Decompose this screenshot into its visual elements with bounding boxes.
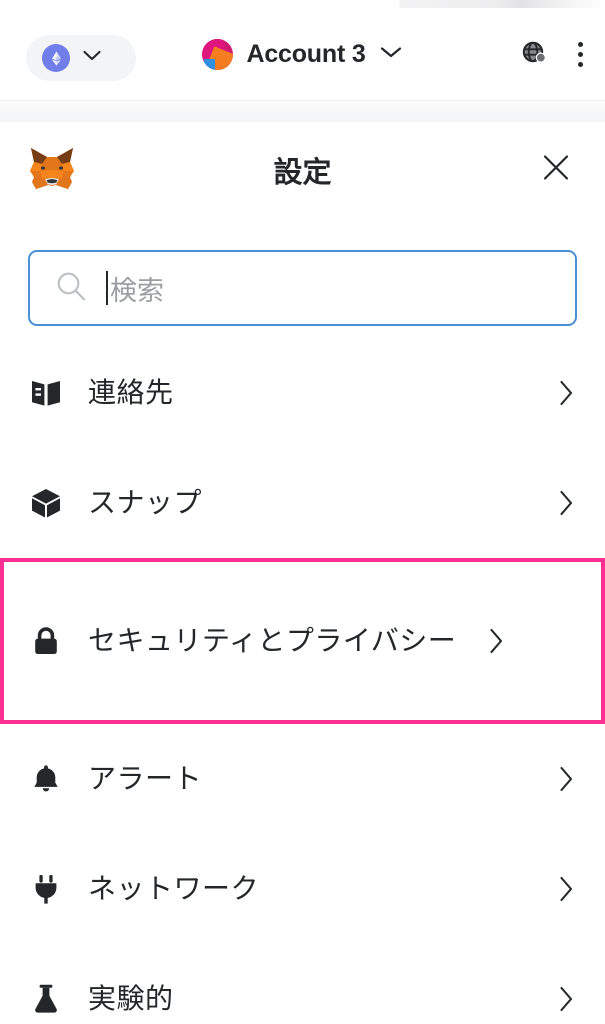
wallet-top-bar: Account 3 <box>0 8 605 100</box>
global-menu-icon[interactable] <box>577 41 583 67</box>
search-input[interactable]: 検索 <box>28 250 577 326</box>
settings-item-label: 実験的 <box>88 981 174 1015</box>
chevron-right-icon <box>558 764 575 794</box>
settings-header: 設定 <box>0 122 605 218</box>
book-icon <box>24 376 68 410</box>
settings-item-label: 連絡先 <box>88 375 174 409</box>
settings-item-security-privacy[interactable]: セキュリティとプライバシー <box>0 558 605 724</box>
chevron-right-icon <box>558 488 575 518</box>
browser-chrome-edge <box>0 0 605 8</box>
chevron-down-icon <box>379 45 403 64</box>
settings-item-label: セキュリティとプライバシー <box>88 623 457 657</box>
chevron-right-icon <box>558 378 575 408</box>
plug-icon <box>24 872 68 906</box>
lock-icon <box>24 624 68 658</box>
settings-item-label: ネットワーク <box>88 871 260 905</box>
search-icon <box>54 269 88 308</box>
page-title: 設定 <box>273 157 332 189</box>
text-caret <box>106 271 108 305</box>
settings-search: 検索 <box>28 250 577 326</box>
settings-item-contacts[interactable]: 連絡先 <box>0 338 605 448</box>
metamask-settings-popup: Account 3 設定 検索 連絡先 スナップ セキュリティとプライバシー ア… <box>0 0 605 1024</box>
settings-item-label: スナップ <box>88 485 203 519</box>
settings-item-alerts[interactable]: アラート <box>0 724 605 834</box>
metamask-fox-logo <box>28 146 76 196</box>
close-icon[interactable] <box>541 153 571 188</box>
settings-list: 連絡先 スナップ セキュリティとプライバシー アラート ネットワーク 実験的 <box>0 338 605 1024</box>
flask-icon <box>24 982 68 1016</box>
bell-icon <box>24 762 68 796</box>
wallet-bar-actions <box>521 8 583 100</box>
cube-icon <box>24 486 68 520</box>
chevron-right-icon <box>558 874 575 904</box>
account-menu-button[interactable]: Account 3 <box>202 38 403 70</box>
ethereum-icon <box>42 44 70 72</box>
chevron-right-icon <box>558 984 575 1014</box>
search-placeholder: 検索 <box>110 275 164 307</box>
settings-item-experimental[interactable]: 実験的 <box>0 944 605 1024</box>
connected-sites-icon[interactable] <box>521 40 549 68</box>
chevron-down-icon <box>82 49 102 67</box>
settings-item-snaps[interactable]: スナップ <box>0 448 605 558</box>
header-divider <box>0 100 605 122</box>
avatar <box>202 38 234 70</box>
settings-item-label: アラート <box>88 761 203 795</box>
account-name-label: Account 3 <box>246 39 366 68</box>
settings-item-networks[interactable]: ネットワーク <box>0 834 605 944</box>
chevron-right-icon <box>488 626 505 656</box>
network-selector-button[interactable] <box>26 35 136 81</box>
